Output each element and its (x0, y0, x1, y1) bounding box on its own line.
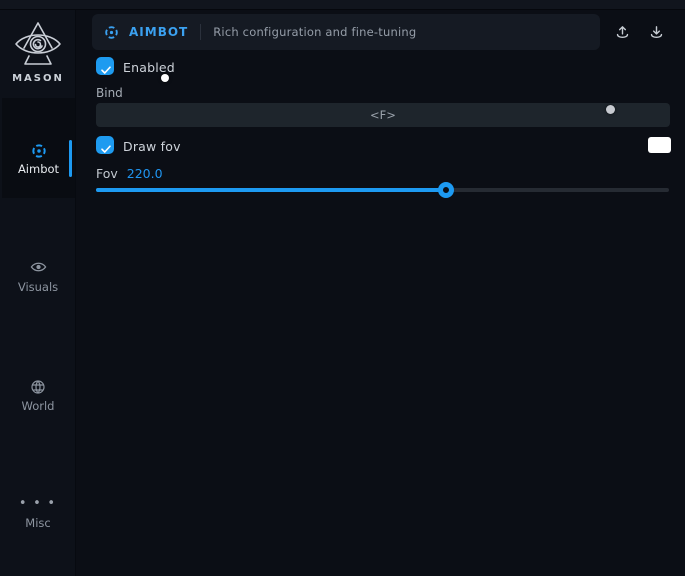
eye-pyramid-icon (0, 20, 76, 70)
bind-key-input[interactable]: <F> (96, 103, 670, 127)
section-subtitle: Rich configuration and fine-tuning (213, 25, 416, 39)
fov-label: Fov (96, 166, 118, 181)
header-divider (200, 24, 201, 40)
top-strip (0, 0, 685, 10)
globe-icon (0, 379, 76, 395)
crosshair-icon (2, 143, 75, 163)
draw-fov-label: Draw fov (123, 139, 181, 154)
fov-slider-fill (96, 188, 446, 192)
sidebar-item-label: World (0, 399, 76, 413)
check-icon (100, 61, 112, 80)
section-title: AIMBOT (129, 25, 188, 39)
fov-value: 220.0 (127, 166, 163, 181)
fov-label-row: Fov 220.0 (96, 166, 163, 181)
bind-label: Bind (96, 86, 123, 100)
sidebar-item-label: Misc (0, 516, 76, 530)
eye-icon (0, 260, 76, 276)
upload-icon (614, 24, 631, 41)
main-panel: AIMBOT Rich configuration and fine-tunin… (77, 10, 685, 576)
draw-fov-color-swatch[interactable] (648, 137, 671, 153)
logo-label: MASON (0, 73, 76, 84)
sidebar-item-misc[interactable]: • • • Misc (0, 496, 76, 530)
check-icon (100, 140, 112, 159)
sidebar-item-world[interactable]: World (0, 379, 76, 413)
mouse-cursor-dot (161, 74, 169, 82)
sidebar-item-aimbot[interactable]: Aimbot (2, 98, 75, 198)
enabled-checkbox[interactable] (96, 57, 114, 75)
ellipsis-icon: • • • (0, 496, 76, 512)
download-config-button[interactable] (644, 20, 668, 44)
download-icon (648, 24, 665, 41)
enabled-label: Enabled (123, 60, 175, 75)
fov-slider[interactable] (96, 180, 669, 200)
sidebar-item-label: Aimbot (2, 162, 75, 176)
particle-dot (606, 105, 615, 114)
draw-fov-checkbox[interactable] (96, 136, 114, 154)
app-logo: MASON (0, 20, 76, 84)
fov-slider-thumb[interactable] (438, 182, 454, 198)
app-window: MASON Aimbot Visuals (0, 0, 685, 576)
upload-config-button[interactable] (610, 20, 634, 44)
sidebar: MASON Aimbot Visuals (0, 10, 76, 576)
sidebar-item-visuals[interactable]: Visuals (0, 260, 76, 294)
sidebar-item-label: Visuals (0, 280, 76, 294)
section-header: AIMBOT Rich configuration and fine-tunin… (92, 14, 600, 50)
crosshair-icon (104, 25, 119, 40)
bind-key-value: <F> (370, 108, 396, 122)
